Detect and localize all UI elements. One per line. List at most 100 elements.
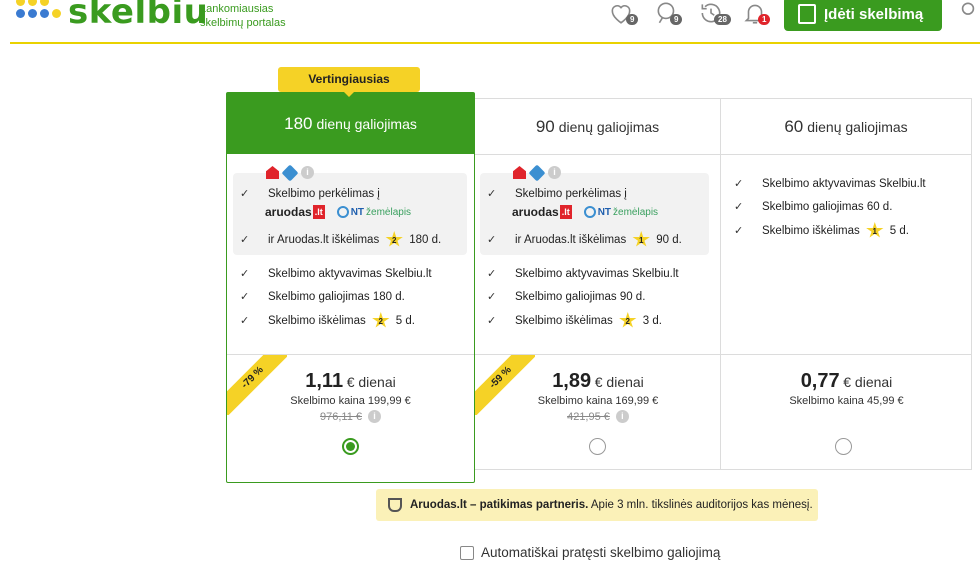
plan-title-60: 60 dienų galiojimas — [721, 99, 971, 155]
price-total: Skelbimo kaina 199,99 € — [290, 395, 411, 407]
old-price: 976,11 € — [319, 411, 362, 423]
feature-days: 5 d. — [395, 314, 415, 327]
info-icon[interactable]: i — [368, 410, 381, 424]
check-icon: ✓ — [487, 268, 497, 280]
aruodas-logo-tld: .lt — [312, 205, 325, 219]
star-icon: 1 — [866, 222, 884, 238]
aruodas-logo-tld: .lt — [559, 205, 572, 219]
feature-text: Skelbimo galiojimas 60 d. — [762, 200, 893, 213]
feature-text: Skelbimo perkėlimas į — [268, 187, 380, 200]
feature-transfer: ✓ Skelbimo perkėlimas į — [240, 187, 380, 201]
plan-title-90: 90 dienų galiojimas — [475, 99, 720, 155]
feature-raise: ✓ Skelbimo iškėlimas 2 3 d. — [487, 312, 662, 329]
check-icon: ✓ — [734, 225, 744, 237]
feature-activate: ✓ Skelbimo aktyvavimas Skelbiu.lt — [734, 177, 926, 191]
feature-text: Skelbimo galiojimas 180 d. — [268, 290, 405, 303]
partner-note-bold: Aruodas.lt – patikimas partneris. — [410, 499, 589, 511]
plan-card-60[interactable]: 60 dienų galiojimas — [720, 98, 972, 470]
price-unit: € dienai — [594, 374, 644, 390]
ntzemelapis-icon — [528, 164, 546, 181]
feature-text: Skelbimo galiojimas 90 d. — [515, 290, 646, 303]
partner-note-text: Apie 3 mln. tikslinės auditorijos kas mė… — [590, 499, 813, 511]
old-price: 421,95 € — [567, 411, 610, 423]
star-icon: 1 — [632, 231, 650, 247]
partner-mini-icons: i — [266, 164, 314, 181]
partner-mini-icons: i — [513, 164, 561, 181]
logo-dots-icon[interactable] — [14, 0, 61, 24]
feature-text: Skelbimo iškėlimas — [762, 224, 860, 237]
favorites-count-badge: 9 — [626, 14, 639, 25]
add-listing-label: Įdėti skelbimą — [824, 5, 924, 23]
info-icon[interactable]: i — [615, 410, 629, 424]
feature-text: Skelbimo iškėlimas — [515, 314, 613, 327]
price-block: 0,77 € dienai Skelbimo kaina 45,99 € — [721, 370, 972, 407]
check-icon: ✓ — [487, 291, 497, 303]
ntzemelapis-logo: NT žemėlapis — [583, 206, 658, 218]
star-icon: 2 — [372, 312, 390, 328]
best-value-badge: Vertingiausias — [278, 67, 420, 97]
plan-radio-180[interactable] — [342, 438, 359, 455]
auto-renew-checkbox[interactable] — [460, 545, 474, 560]
plan-days: 60 — [784, 116, 804, 136]
feature-text: Skelbimo aktyvavimas Skelbiu.lt — [762, 177, 926, 190]
check-icon: ✓ — [240, 268, 250, 280]
price-unit: € dienai — [843, 374, 893, 390]
globe-icon — [336, 206, 349, 218]
aruodas-logo-text: aruodas — [265, 205, 312, 219]
feature-validity: ✓ Skelbimo galiojimas 60 d. — [734, 200, 893, 214]
nt-prefix: NT — [597, 206, 612, 218]
plan-title-suffix: dienų galiojimas — [316, 115, 417, 132]
tagline-line-1: Lankomiausias — [200, 3, 274, 15]
saved-searches-icon[interactable]: 9 — [654, 0, 684, 28]
feature-text: ir Aruodas.lt iškėlimas — [515, 233, 627, 246]
notifications-bell-icon[interactable]: 1 — [742, 0, 772, 28]
globe-icon — [583, 206, 596, 218]
feature-text: Skelbimo aktyvavimas Skelbiu.lt — [268, 267, 432, 280]
plan-title-suffix: dienų galiojimas — [558, 118, 660, 135]
partner-logos: aruodas .lt NT žemėlapis — [265, 205, 411, 219]
info-icon[interactable]: i — [301, 166, 314, 179]
check-icon: ✓ — [734, 201, 744, 213]
check-icon: ✓ — [487, 234, 497, 246]
plan-days: 180 — [284, 113, 313, 133]
feature-raise: ✓ Skelbimo iškėlimas 2 5 d. — [240, 312, 415, 329]
feature-days: 90 d. — [656, 233, 682, 246]
feature-text: Skelbimo aktyvavimas Skelbiu.lt — [515, 267, 679, 280]
add-document-icon — [798, 4, 816, 24]
aruodas-logo: aruodas .lt — [512, 205, 572, 219]
aruodas-house-icon — [266, 166, 279, 179]
star-icon: 2 — [385, 231, 403, 247]
feature-text: Skelbimo perkėlimas į — [515, 187, 627, 200]
check-icon: ✓ — [734, 178, 744, 190]
add-listing-button[interactable]: Įdėti skelbimą — [784, 0, 942, 31]
favorites-heart-icon[interactable]: 9 — [608, 0, 639, 28]
partner-logos: aruodas .lt NT žemėlapis — [512, 205, 658, 219]
nt-name: žemėlapis — [366, 206, 412, 218]
plan-radio-60[interactable] — [835, 438, 852, 455]
info-icon[interactable]: i — [548, 166, 561, 179]
feature-activate: ✓ Skelbimo aktyvavimas Skelbiu.lt — [487, 267, 679, 281]
plan-card-180[interactable]: 180 dienų galiojimas — [226, 92, 475, 483]
check-icon: ✓ — [487, 188, 497, 200]
feature-text: Skelbimo iškėlimas — [268, 314, 366, 327]
plan-days: 90 — [535, 116, 555, 136]
price-per-day: 0,77 — [800, 370, 840, 392]
check-icon: ✓ — [240, 234, 250, 246]
aruodas-house-icon — [513, 166, 526, 179]
feature-days: 5 d. — [889, 224, 909, 237]
header-divider — [10, 42, 980, 44]
ntzemelapis-logo: NT žemėlapis — [336, 206, 412, 218]
check-icon: ✓ — [240, 188, 250, 200]
auto-renew-label[interactable]: Automatiškai pratęsti skelbimo galiojimą — [481, 545, 720, 560]
notifications-count-badge: 1 — [758, 14, 771, 25]
brand-logo[interactable]: skelbiu — [68, 0, 208, 32]
aruodas-logo-text: aruodas — [512, 205, 559, 219]
history-count-badge: 28 — [714, 14, 731, 25]
site-header: skelbiu Lankomiausias skelbimų portalas … — [0, 0, 980, 44]
account-icon[interactable] — [955, 0, 980, 26]
auto-renew-option[interactable]: Automatiškai pratęsti skelbimo galiojimą — [460, 545, 720, 560]
feature-aruodas-raise: ✓ ir Aruodas.lt iškėlimas 1 90 d. — [487, 231, 682, 248]
plan-radio-90[interactable] — [589, 438, 606, 455]
price-unit: € dienai — [346, 374, 396, 390]
history-clock-icon[interactable]: 28 — [698, 0, 731, 28]
